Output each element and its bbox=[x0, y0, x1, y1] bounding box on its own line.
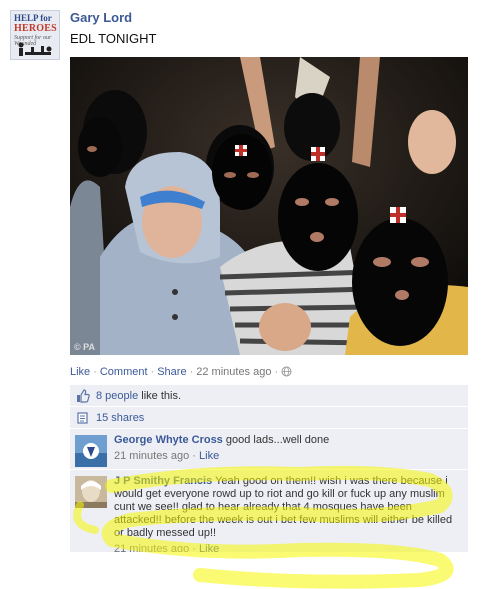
commenter-avatar[interactable] bbox=[75, 476, 107, 508]
comment-sep: · bbox=[192, 450, 196, 462]
share-icon bbox=[76, 411, 90, 425]
comment-time[interactable]: 21 minutes ago bbox=[114, 450, 189, 462]
likes-suffix: like this. bbox=[141, 390, 182, 402]
commenter-avatar[interactable] bbox=[75, 435, 107, 467]
comment-meta: 21 minutes ago · Like bbox=[114, 450, 462, 463]
shares-row: 15 shares bbox=[70, 407, 468, 429]
comment-text: good lads...well done bbox=[225, 434, 330, 446]
comment-link[interactable]: Comment bbox=[100, 366, 148, 378]
post-timestamp[interactable]: 22 minutes ago bbox=[196, 366, 271, 378]
comment-like-link[interactable]: Like bbox=[199, 450, 219, 462]
comment-meta: 21 minutes ago · Like bbox=[114, 543, 462, 553]
comment-like-link[interactable]: Like bbox=[199, 543, 219, 552]
globe-icon bbox=[281, 366, 292, 380]
comment-body: J P Smithy Francis Yeah good on them!! w… bbox=[114, 470, 468, 553]
likes-row: 8 people like this. bbox=[70, 385, 468, 407]
post-status-text: EDL TONIGHT bbox=[70, 31, 157, 46]
feedback-box: 8 people like this. 15 shares George Why… bbox=[70, 385, 468, 553]
photo-credit: © PA bbox=[74, 342, 95, 352]
comment-item: J P Smithy Francis Yeah good on them!! w… bbox=[70, 470, 468, 553]
action-sep: · bbox=[93, 366, 97, 378]
action-sep: · bbox=[274, 366, 279, 378]
comment-sep: · bbox=[192, 543, 196, 553]
like-link[interactable]: Like bbox=[70, 366, 90, 378]
comment-author[interactable]: George Whyte Cross bbox=[114, 434, 223, 446]
photo-illustration bbox=[70, 57, 468, 355]
comment-time[interactable]: 21 minutes ago bbox=[114, 543, 189, 552]
silhouette-icon bbox=[18, 42, 52, 56]
comment-item: George Whyte Cross good lads...well done… bbox=[70, 429, 468, 470]
comment-author[interactable]: J P Smithy Francis bbox=[114, 475, 212, 487]
shares-link[interactable]: 15 shares bbox=[96, 412, 144, 424]
page-avatar[interactable]: HELP for HEROES Support for our Wounded bbox=[10, 10, 60, 60]
likes-text: 8 people like this. bbox=[96, 390, 181, 402]
post-action-bar: Like · Comment · Share · 22 minutes ago · bbox=[70, 366, 292, 380]
share-link[interactable]: Share bbox=[157, 366, 186, 378]
action-sep: · bbox=[189, 366, 194, 378]
action-sep: · bbox=[150, 366, 155, 378]
thumbs-up-icon bbox=[76, 389, 90, 403]
post-photo[interactable]: © PA bbox=[70, 57, 468, 355]
comment-body: George Whyte Cross good lads...well done… bbox=[114, 429, 468, 469]
post-author-name[interactable]: Gary Lord bbox=[70, 10, 132, 25]
likers-link[interactable]: 8 people bbox=[96, 390, 138, 402]
